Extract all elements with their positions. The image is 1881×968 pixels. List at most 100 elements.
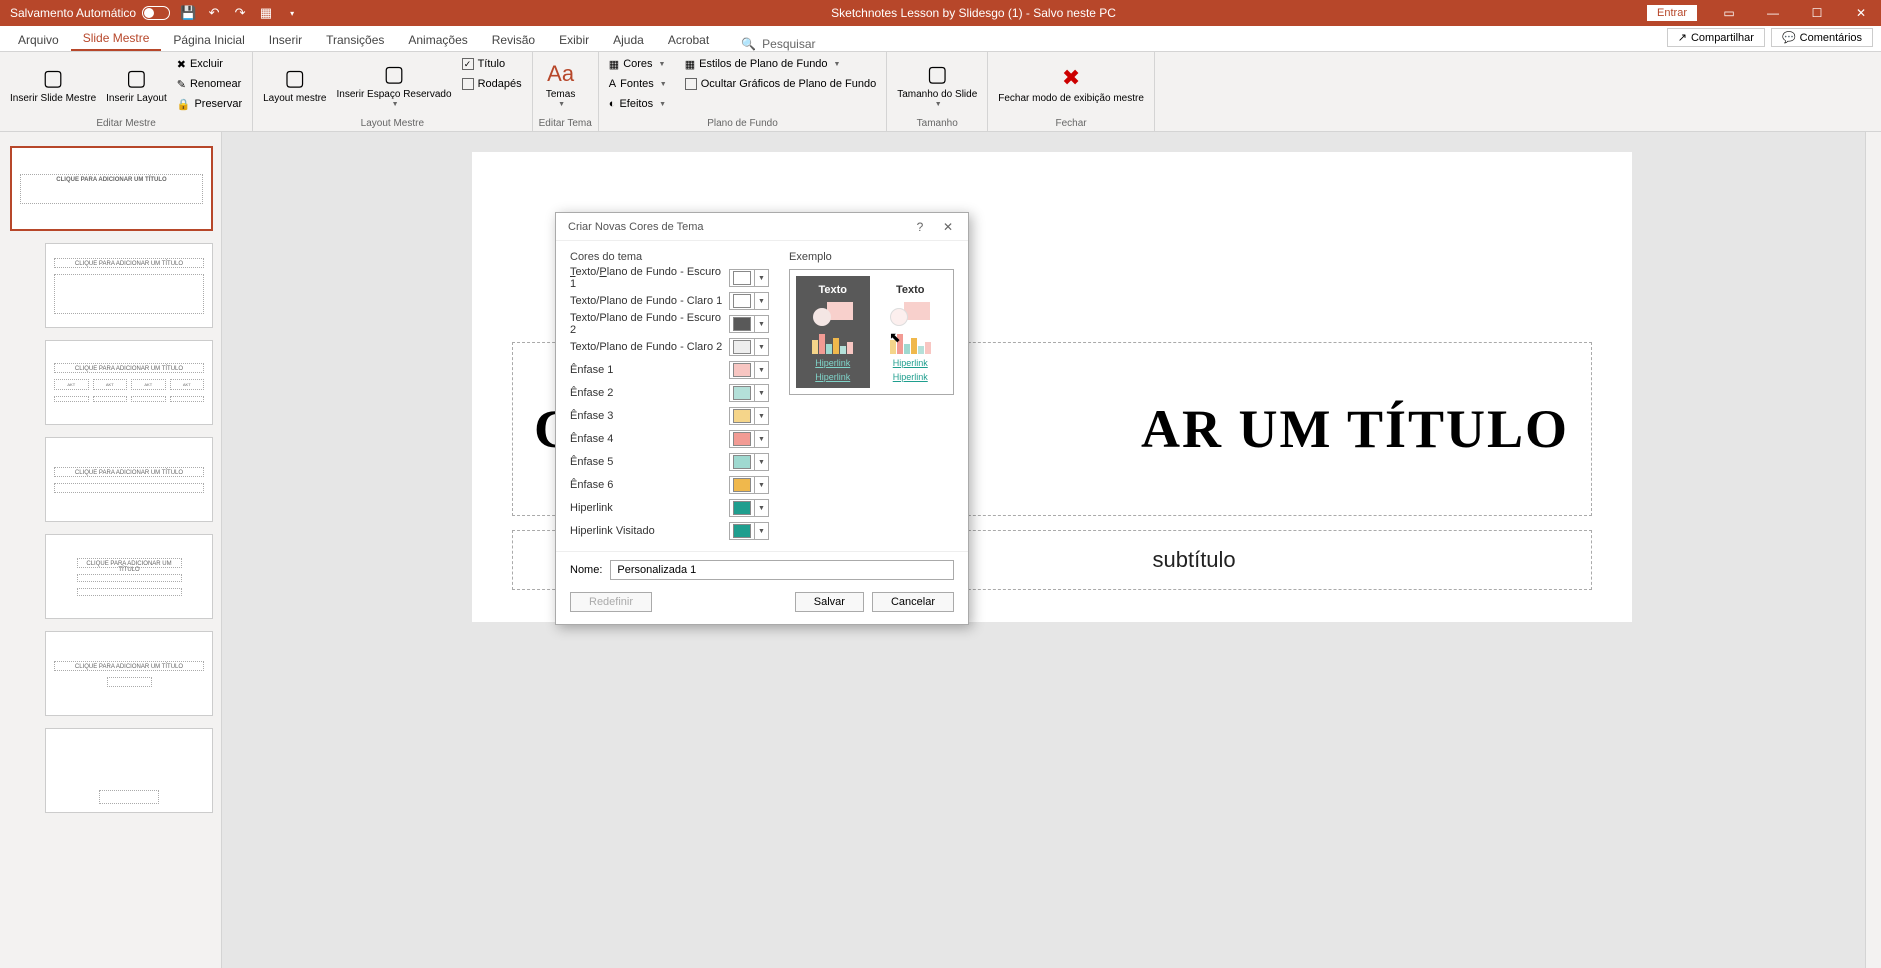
- color-dropdown-enfase2[interactable]: ▼: [729, 384, 769, 402]
- color-dropdown-escuro2[interactable]: ▼: [729, 315, 769, 333]
- vertical-scrollbar[interactable]: [1865, 132, 1881, 968]
- color-dropdown-claro1[interactable]: ▼: [729, 292, 769, 310]
- preservar-button[interactable]: 🔒Preservar: [173, 94, 246, 114]
- inserir-slide-mestre-button[interactable]: ▢ Inserir Slide Mestre: [6, 54, 100, 116]
- thumb-slide[interactable]: CLIQUE PARA ADICIONAR UM TÍTULO: [45, 243, 213, 328]
- layout-thumb-4[interactable]: CLIQUE PARA ADICIONAR UM TÍTULO: [0, 528, 221, 625]
- row-escuro1: Texto/Plano de Fundo - Escuro 1 ▼: [570, 269, 769, 287]
- temas-button[interactable]: Aa Temas ▼: [539, 54, 583, 116]
- temas-label: Temas: [546, 89, 575, 101]
- row-enfase6: Ênfase 6 ▼: [570, 476, 769, 494]
- color-dropdown-claro2[interactable]: ▼: [729, 338, 769, 356]
- dialog-close-icon[interactable]: ✕: [934, 215, 962, 239]
- redo-icon[interactable]: ↷: [232, 5, 248, 21]
- dialog-titlebar[interactable]: Criar Novas Cores de Tema ? ✕: [556, 213, 968, 241]
- undo-icon[interactable]: ↶: [206, 5, 222, 21]
- color-dropdown-enfase3[interactable]: ▼: [729, 407, 769, 425]
- thumb-slide[interactable]: [45, 728, 213, 813]
- checkbox-icon: [685, 78, 697, 90]
- thumbnail-panel[interactable]: 1 CLIQUE PARA ADICIONAR UM TÍTULO CLIQUE…: [0, 132, 222, 968]
- share-button[interactable]: ↗ Compartilhar: [1667, 28, 1765, 47]
- color-dropdown-escuro1[interactable]: ▼: [729, 269, 769, 287]
- tab-ajuda[interactable]: Ajuda: [601, 28, 656, 51]
- inserir-espaco-button[interactable]: ▢ Inserir Espaço Reservado ▼: [333, 54, 456, 116]
- qat-more-icon[interactable]: ▾: [284, 5, 300, 21]
- toggle-icon[interactable]: [142, 6, 170, 20]
- thumb-slide-master[interactable]: CLIQUE PARA ADICIONAR UM TÍTULO: [10, 146, 213, 231]
- comments-button[interactable]: 💬 Comentários: [1771, 28, 1873, 47]
- thumb-slide[interactable]: CLIQUE PARA ADICIONAR UM TÍTULO: [45, 437, 213, 522]
- comment-icon: 💬: [1782, 31, 1796, 44]
- chevron-down-icon: ▼: [754, 408, 768, 424]
- checkbox-icon: [462, 58, 474, 70]
- excluir-button[interactable]: ✖Excluir: [173, 54, 246, 74]
- dialog-title: Criar Novas Cores de Tema: [568, 221, 906, 233]
- efeitos-button[interactable]: ◐Efeitos▼: [605, 94, 671, 114]
- redefinir-button[interactable]: Redefinir: [570, 592, 652, 612]
- color-dropdown-enfase4[interactable]: ▼: [729, 430, 769, 448]
- inserir-layout-button[interactable]: ▢ Inserir Layout: [102, 54, 171, 116]
- layout-thumb-3[interactable]: CLIQUE PARA ADICIONAR UM TÍTULO: [0, 431, 221, 528]
- layout-thumb-5[interactable]: CLIQUE PARA ADICIONAR UM TÍTULO: [0, 625, 221, 722]
- tab-acrobat[interactable]: Acrobat: [656, 28, 721, 51]
- save-icon[interactable]: 💾: [180, 5, 196, 21]
- row-label: Ênfase 2: [570, 387, 613, 399]
- color-dropdown-enfase1[interactable]: ▼: [729, 361, 769, 379]
- present-icon[interactable]: ▦: [258, 5, 274, 21]
- row-label: Texto/Plano de Fundo - Escuro 2: [570, 312, 729, 336]
- rodapes-checkbox[interactable]: Rodapés: [458, 74, 526, 94]
- color-dropdown-hiperlink[interactable]: ▼: [729, 499, 769, 517]
- color-swatch: [733, 478, 751, 492]
- layout-thumb-6[interactable]: [0, 722, 221, 819]
- tab-revisao[interactable]: Revisão: [480, 28, 547, 51]
- signin-button[interactable]: Entrar: [1647, 5, 1697, 21]
- chevron-down-icon: ▼: [558, 101, 565, 109]
- color-dropdown-enfase6[interactable]: ▼: [729, 476, 769, 494]
- tamanho-slide-button[interactable]: ▢ Tamanho do Slide ▼: [893, 54, 981, 116]
- tab-transicoes[interactable]: Transições: [314, 28, 396, 51]
- chevron-down-icon: ▼: [754, 316, 768, 332]
- tab-inserir[interactable]: Inserir: [257, 28, 314, 51]
- search-box[interactable]: 🔍 Pesquisar: [741, 37, 815, 51]
- tab-animacoes[interactable]: Animações: [396, 28, 479, 51]
- color-dropdown-enfase5[interactable]: ▼: [729, 453, 769, 471]
- close-icon[interactable]: ✕: [1841, 0, 1881, 26]
- thumb-slide[interactable]: CLIQUE PARA ADICIONAR UM TÍTULO: [45, 631, 213, 716]
- row-enfase5: Ênfase 5 ▼: [570, 453, 769, 471]
- master-thumb[interactable]: 1 CLIQUE PARA ADICIONAR UM TÍTULO: [0, 140, 221, 237]
- cancelar-button[interactable]: Cancelar: [872, 592, 954, 612]
- titulo-checkbox[interactable]: Título: [458, 54, 526, 74]
- layout-mestre-button[interactable]: ▢ Layout mestre: [259, 54, 330, 116]
- bg-styles-icon: ▦: [685, 58, 695, 71]
- renomear-button[interactable]: ✎Renomear: [173, 74, 246, 94]
- maximize-icon[interactable]: ☐: [1797, 0, 1837, 26]
- slide-editor[interactable]: Cliqu ar um título subtítulo: [222, 132, 1881, 968]
- fontes-button[interactable]: AFontes▼: [605, 74, 671, 94]
- tab-arquivo[interactable]: Arquivo: [6, 28, 71, 51]
- layout-thumb-1[interactable]: CLIQUE PARA ADICIONAR UM TÍTULO: [0, 237, 221, 334]
- preview-link-dark: Hiperlink: [815, 358, 850, 368]
- thumb-box: AKT: [131, 379, 166, 390]
- autosave-toggle[interactable]: Salvamento Automático: [10, 6, 170, 20]
- thumb-slide[interactable]: CLIQUE PARA ADICIONAR UM TÍTULO: [45, 534, 213, 619]
- nome-input[interactable]: [610, 560, 954, 580]
- tab-pagina-inicial[interactable]: Página Inicial: [161, 28, 256, 51]
- ribbon-options-icon[interactable]: ▭: [1709, 0, 1749, 26]
- tab-exibir[interactable]: Exibir: [547, 28, 601, 51]
- salvar-button[interactable]: Salvar: [795, 592, 864, 612]
- thumb-box: [170, 396, 205, 402]
- preview-circle: [890, 308, 908, 326]
- thumb-slide[interactable]: CLIQUE PARA ADICIONAR UM TÍTULO AKT AKT …: [45, 340, 213, 425]
- tab-slide-mestre[interactable]: Slide Mestre: [71, 26, 162, 51]
- cores-button[interactable]: ▦Cores▼: [605, 54, 671, 74]
- estilos-button[interactable]: ▦Estilos de Plano de Fundo▼: [681, 54, 880, 74]
- ocultar-checkbox[interactable]: Ocultar Gráficos de Plano de Fundo: [681, 74, 880, 94]
- fechar-modo-button[interactable]: ✖ Fechar modo de exibição mestre: [994, 54, 1148, 116]
- color-dropdown-hiperlink-visitado[interactable]: ▼: [729, 522, 769, 540]
- layout-thumb-2[interactable]: CLIQUE PARA ADICIONAR UM TÍTULO AKT AKT …: [0, 334, 221, 431]
- efeitos-label: Efeitos: [619, 98, 653, 110]
- bar: [847, 342, 853, 354]
- minimize-icon[interactable]: —: [1753, 0, 1793, 26]
- row-label: Texto/Plano de Fundo - Claro 2: [570, 341, 722, 353]
- help-icon[interactable]: ?: [906, 215, 934, 239]
